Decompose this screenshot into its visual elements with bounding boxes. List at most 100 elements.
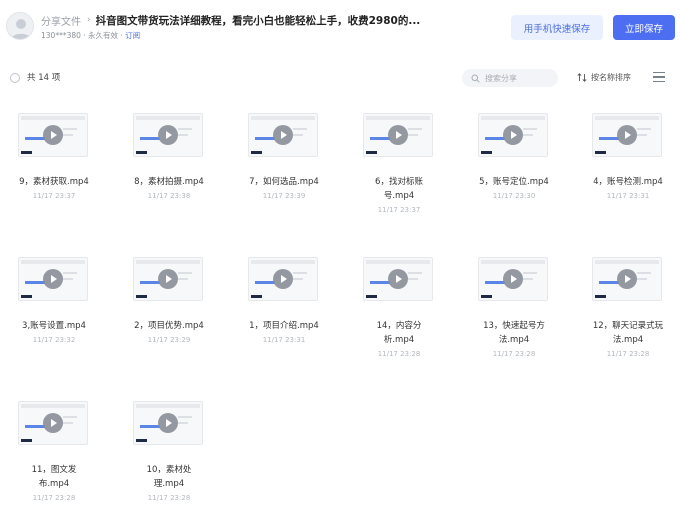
play-icon[interactable]: [388, 269, 408, 289]
thumbnail-text-line: [63, 272, 77, 274]
play-icon[interactable]: [43, 125, 63, 145]
file-name-line: 布.mp4: [38, 479, 70, 489]
thumbnail-highlight: [370, 137, 390, 140]
file-name[interactable]: 10，素材处 理.mp4: [119, 463, 219, 491]
file-name[interactable]: 5，账号定位.mp4: [464, 175, 564, 189]
thumbnail-header-bar: [136, 404, 200, 408]
file-date: 11/17 23:30: [492, 192, 536, 200]
video-thumbnail[interactable]: [248, 257, 318, 301]
file-name[interactable]: 4，账号检测.mp4: [578, 175, 678, 189]
search-box[interactable]: [462, 69, 558, 87]
select-all-checkbox[interactable]: [10, 73, 20, 83]
file-date: 11/17 23:31: [262, 336, 306, 344]
thumbnail-text-line: [178, 128, 192, 130]
file-name[interactable]: 6，找对标账 号.mp4: [349, 175, 449, 203]
thumbnail-text-line: [178, 134, 188, 136]
file-name[interactable]: 7，如何选品.mp4: [234, 175, 334, 189]
file-date: 11/17 23:28: [147, 494, 191, 502]
video-thumbnail[interactable]: [478, 257, 548, 301]
file-date: 11/17 23:28: [377, 350, 421, 358]
thumbnail-text-line: [408, 272, 422, 274]
avatar-icon: [11, 19, 31, 39]
play-icon[interactable]: [273, 125, 293, 145]
play-icon[interactable]: [503, 125, 523, 145]
play-icon[interactable]: [503, 269, 523, 289]
thumbnail-text-line: [408, 128, 422, 130]
mobile-save-button[interactable]: 用手机快速保存: [511, 15, 603, 40]
share-header: 分享文件 › 抖音图文带货玩法详细教程，看完小白也能轻松上手，收费2980的..…: [0, 0, 680, 56]
video-thumbnail[interactable]: [133, 257, 203, 301]
thumbnail-highlight: [25, 137, 45, 140]
search-input[interactable]: [485, 73, 555, 83]
file-name[interactable]: 13，快速起号方 法.mp4: [464, 319, 564, 347]
file-name-line: 6，找对标账: [375, 177, 423, 187]
file-name-line: 2，项目优势.mp4: [134, 321, 204, 331]
video-thumbnail[interactable]: [133, 401, 203, 445]
video-thumbnail[interactable]: [18, 113, 88, 157]
thumbnail-footer: [136, 295, 147, 298]
play-icon[interactable]: [273, 269, 293, 289]
thumbnail-header-bar: [595, 116, 659, 120]
play-icon[interactable]: [617, 125, 637, 145]
thumbnail-text-line: [637, 134, 647, 136]
thumbnail-highlight: [25, 281, 45, 284]
play-icon[interactable]: [158, 269, 178, 289]
play-icon[interactable]: [388, 125, 408, 145]
video-thumbnail[interactable]: [363, 257, 433, 301]
play-icon[interactable]: [617, 269, 637, 289]
video-thumbnail[interactable]: [363, 113, 433, 157]
thumbnail-header-bar: [366, 260, 430, 264]
thumbnail-text-line: [637, 272, 651, 274]
subscribe-link[interactable]: 订阅: [125, 31, 140, 40]
breadcrumb-shared-files[interactable]: 分享文件: [41, 13, 81, 28]
thumbnail-text-line: [63, 416, 77, 418]
file-name[interactable]: 11，图文发 布.mp4: [4, 463, 104, 491]
video-thumbnail[interactable]: [592, 113, 662, 157]
file-name-line: 析.mp4: [383, 335, 415, 345]
video-thumbnail[interactable]: [478, 113, 548, 157]
video-thumbnail[interactable]: [248, 113, 318, 157]
file-name[interactable]: 8，素材拍摄.mp4: [119, 175, 219, 189]
thumbnail-text-line: [63, 422, 73, 424]
file-name[interactable]: 14，内容分 析.mp4: [349, 319, 449, 347]
search-icon: [471, 74, 480, 83]
video-thumbnail[interactable]: [18, 257, 88, 301]
video-thumbnail[interactable]: [592, 257, 662, 301]
file-name[interactable]: 12，聊天记录式玩 法.mp4: [578, 319, 678, 347]
play-icon[interactable]: [158, 413, 178, 433]
thumbnail-footer: [251, 295, 262, 298]
file-date: 11/17 23:28: [492, 350, 536, 358]
play-icon[interactable]: [158, 125, 178, 145]
thumbnail-header-bar: [21, 116, 85, 120]
file-name-line: 8，素材拍摄.mp4: [134, 177, 204, 187]
sort-button[interactable]: 按名称排序: [577, 72, 631, 83]
thumbnail-footer: [481, 295, 492, 298]
thumbnail-text-line: [523, 278, 533, 280]
file-name-line: 法.mp4: [498, 335, 530, 345]
file-name[interactable]: 1，项目介绍.mp4: [234, 319, 334, 333]
thumbnail-footer: [21, 151, 32, 154]
file-name[interactable]: 3,账号设置.mp4: [4, 319, 104, 333]
video-thumbnail[interactable]: [133, 113, 203, 157]
thumbnail-highlight: [599, 281, 619, 284]
thumbnail-text-line: [293, 278, 303, 280]
file-name-line: 法.mp4: [612, 335, 644, 345]
file-name[interactable]: 2，项目优势.mp4: [119, 319, 219, 333]
video-thumbnail[interactable]: [18, 401, 88, 445]
item-count: 共 14 项: [27, 73, 61, 83]
thumbnail-footer: [595, 151, 606, 154]
file-name-line: 12，聊天记录式玩: [592, 321, 664, 331]
file-name[interactable]: 9，素材获取.mp4: [4, 175, 104, 189]
thumbnail-highlight: [255, 137, 275, 140]
file-date: 11/17 23:39: [262, 192, 306, 200]
save-now-button[interactable]: 立即保存: [613, 15, 675, 40]
share-meta: 130***380 · 永久有效 · 订阅: [41, 30, 140, 41]
menu-icon[interactable]: [653, 72, 665, 83]
thumbnail-text-line: [63, 134, 73, 136]
avatar[interactable]: [6, 12, 34, 40]
thumbnail-text-line: [293, 272, 307, 274]
thumbnail-footer: [595, 295, 606, 298]
thumbnail-header-bar: [21, 404, 85, 408]
play-icon[interactable]: [43, 413, 63, 433]
play-icon[interactable]: [43, 269, 63, 289]
